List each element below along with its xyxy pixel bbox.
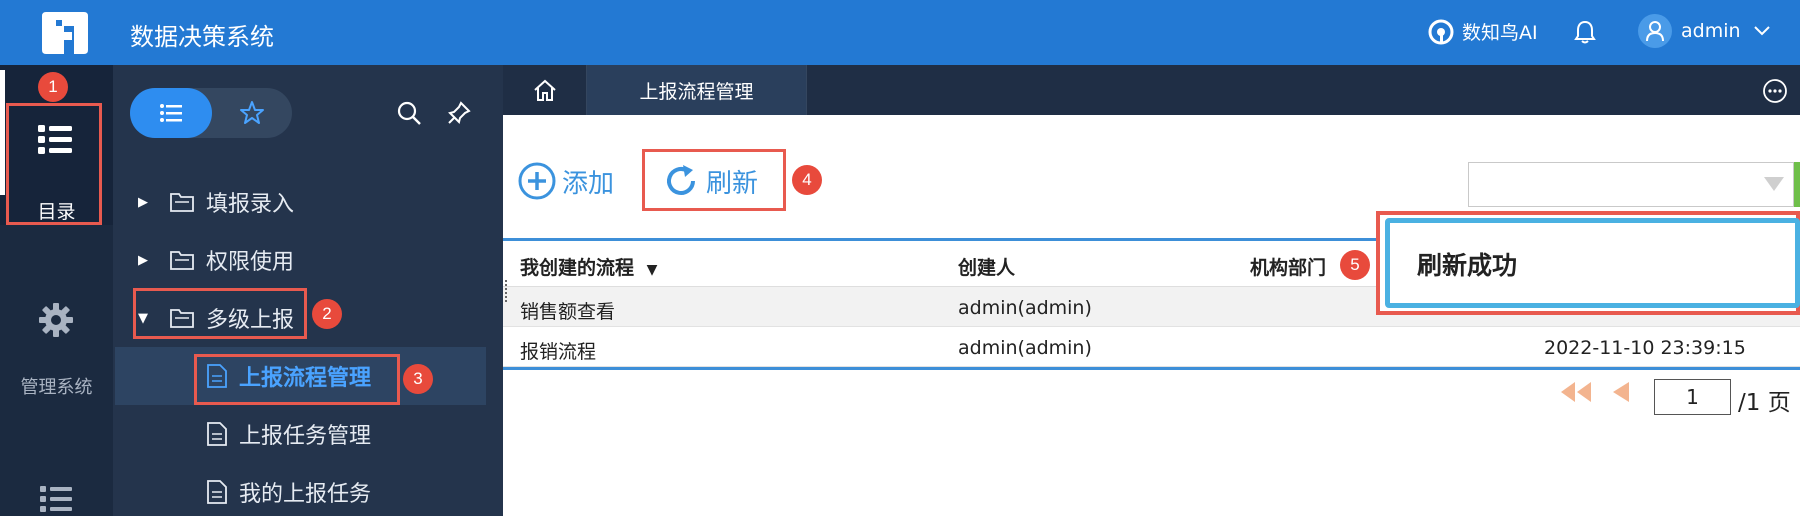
tree-item-permissions[interactable]: ▶ 权限使用 xyxy=(138,244,294,276)
tree-item-label: 权限使用 xyxy=(206,250,295,275)
tree-item-label: 我的上报任务 xyxy=(239,482,372,507)
nav-active-indicator xyxy=(0,70,5,195)
list-icon[interactable] xyxy=(40,486,72,516)
caret-right-icon: ▶ xyxy=(138,194,148,210)
more-options-icon[interactable] xyxy=(1762,78,1788,108)
tab-report-flow-management[interactable]: 上报流程管理 xyxy=(587,65,807,115)
app-title: 数据决策系统 xyxy=(130,23,274,51)
home-icon xyxy=(533,79,556,101)
page-total: /1 页 xyxy=(1738,390,1791,416)
toast-message: 刷新成功 xyxy=(1417,251,1518,280)
chevron-down-icon xyxy=(1753,26,1770,36)
tree-item-label: 填报录入 xyxy=(206,192,295,217)
caret-right-icon: ▶ xyxy=(138,252,148,268)
annotation-box-1 xyxy=(6,103,102,225)
annotation-badge-2: 2 xyxy=(312,299,342,329)
grid-bottom-border xyxy=(503,367,1800,370)
tab-home[interactable] xyxy=(503,65,587,115)
user-menu[interactable]: admin xyxy=(1638,14,1771,48)
dropdown-arrow-icon[interactable] xyxy=(1764,177,1784,191)
tree-item-fill-entry[interactable]: ▶ 填报录入 xyxy=(138,186,294,218)
document-icon xyxy=(207,480,227,504)
ai-label: 数知鸟AI xyxy=(1462,22,1538,44)
list-icon xyxy=(160,104,182,122)
folder-icon xyxy=(170,193,194,212)
avatar xyxy=(1638,14,1672,48)
column-header-my-flows[interactable]: 我创建的流程 ▼ xyxy=(520,253,657,280)
star-icon xyxy=(240,101,264,124)
tree-item-my-report-tasks[interactable]: 我的上报任务 xyxy=(207,476,371,508)
filter-dropdown[interactable] xyxy=(1468,162,1794,207)
page-number-input[interactable]: 1 xyxy=(1654,379,1731,415)
notification-bell-icon[interactable] xyxy=(1573,19,1597,49)
cell-created-time: 2022-11-10 23:39:15 xyxy=(1544,337,1746,359)
annotation-badge-1: 1 xyxy=(38,72,68,102)
add-button[interactable]: 添加 xyxy=(518,162,614,200)
cell-flow-name: 报销流程 xyxy=(520,341,597,363)
list-view-button[interactable] xyxy=(130,88,212,138)
annotation-box-2 xyxy=(133,288,307,339)
add-label: 添加 xyxy=(562,168,615,199)
annotation-box-3 xyxy=(194,354,400,405)
annotation-badge-5: 5 xyxy=(1340,250,1370,280)
document-icon xyxy=(207,422,227,446)
annotation-badge-3: 3 xyxy=(403,364,433,394)
search-icon[interactable] xyxy=(396,100,422,130)
annotation-badge-4: 4 xyxy=(792,165,822,195)
app-logo-icon xyxy=(42,12,88,54)
annotation-box-4 xyxy=(642,149,786,211)
column-header-department[interactable]: 机构部门 xyxy=(1250,253,1326,280)
cell-creator: admin(admin) xyxy=(958,337,1092,359)
ai-bird-icon xyxy=(1428,19,1454,44)
username: admin xyxy=(1681,20,1741,42)
favorites-view-button[interactable] xyxy=(212,88,292,138)
first-page-icon[interactable] xyxy=(1558,380,1594,408)
cell-creator: admin(admin) xyxy=(958,297,1092,319)
cell-flow-name: 销售额查看 xyxy=(520,301,616,323)
gear-icon[interactable] xyxy=(38,302,74,342)
pin-icon[interactable] xyxy=(446,100,472,130)
sort-down-icon[interactable]: ▼ xyxy=(647,262,658,278)
ai-assistant-button[interactable]: 数知鸟AI xyxy=(1428,18,1538,45)
tree-item-label: 上报任务管理 xyxy=(239,424,372,449)
previous-page-icon[interactable] xyxy=(1610,380,1632,408)
tree-item-report-task-management[interactable]: 上报任务管理 xyxy=(207,418,371,450)
column-header-creator[interactable]: 创建人 xyxy=(958,253,1015,280)
column-resize-handle[interactable] xyxy=(505,280,513,302)
nav-label-admin: 管理系统 xyxy=(20,377,93,398)
plus-circle-icon xyxy=(518,162,556,200)
folder-icon xyxy=(170,251,194,270)
dropdown-accent xyxy=(1794,162,1800,207)
